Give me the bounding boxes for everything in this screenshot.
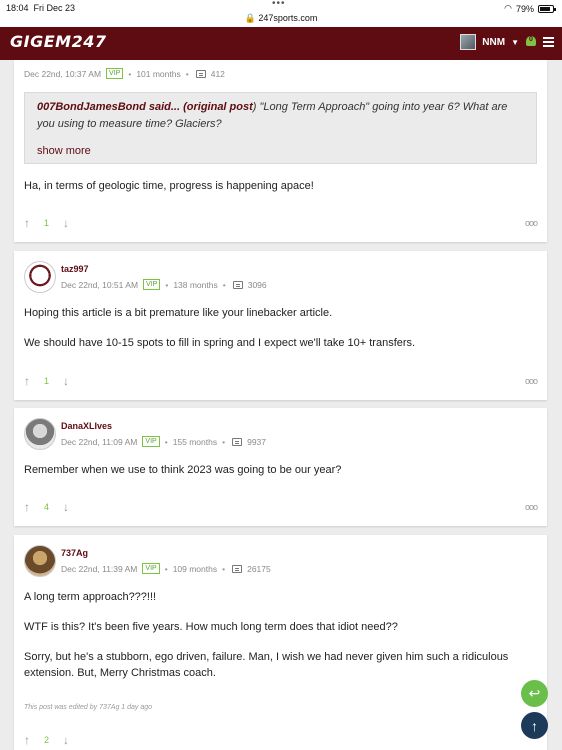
member-tenure: 101 months: [136, 68, 181, 79]
notification-bell-icon[interactable]: 0: [525, 34, 537, 50]
more-options-icon[interactable]: ooo: [525, 502, 538, 512]
vote-bar: ↑ 2 ↓: [24, 733, 69, 747]
upvote-icon[interactable]: ↑: [24, 500, 30, 514]
address-bar[interactable]: 🔒 247sports.com: [0, 13, 562, 24]
comment-card: 737Ag Dec 22nd, 11:39 AM VIP • 109 month…: [14, 535, 547, 750]
upvote-icon[interactable]: ↑: [24, 374, 30, 388]
vip-badge: VIP: [106, 68, 124, 79]
downvote-icon[interactable]: ↓: [63, 374, 69, 388]
comment-meta: Dec 22nd, 10:51 AM VIP • 138 months • 30…: [61, 279, 267, 290]
comment-body: Hoping this article is a bit premature l…: [24, 307, 416, 349]
site-header: GIGEM247 NNM ▼ 0: [0, 27, 562, 60]
comment-timestamp: Dec 22nd, 11:09 AM: [61, 436, 138, 447]
quoted-post: 007BondJamesBond said... (original post)…: [24, 92, 537, 164]
post-count-icon: [232, 437, 243, 446]
username[interactable]: NNM: [482, 37, 505, 48]
vote-bar: ↑ 4 ↓: [24, 500, 69, 514]
upvote-icon[interactable]: ↑: [24, 216, 30, 230]
comment-body: A long term approach???!!! WTF is this? …: [24, 591, 509, 679]
wifi-icon: ◠: [504, 3, 512, 13]
user-avatar[interactable]: [460, 34, 477, 50]
avatar[interactable]: [24, 261, 56, 293]
comment-meta: Dec 22nd, 10:37 AM VIP • 101 months • 41…: [24, 68, 225, 79]
comment-timestamp: Dec 22nd, 11:39 AM: [61, 563, 138, 574]
vip-badge: VIP: [142, 436, 160, 447]
comment-body: Ha, in terms of geologic time, progress …: [24, 180, 314, 192]
downvote-icon[interactable]: ↓: [63, 500, 69, 514]
downvote-icon[interactable]: ↓: [63, 733, 69, 747]
chevron-down-icon[interactable]: ▼: [511, 38, 519, 47]
downvote-icon[interactable]: ↓: [63, 216, 69, 230]
post-count-icon: [195, 69, 206, 78]
post-count-icon: [232, 280, 243, 289]
vote-count: 1: [44, 218, 50, 228]
battery-percent: 79%: [515, 3, 534, 14]
quote-author[interactable]: 007BondJamesBond said... (original post: [37, 101, 253, 113]
status-right: ◠ 79%: [504, 3, 556, 14]
battery-icon: [538, 4, 556, 13]
arrow-up-icon: ↑: [531, 717, 538, 734]
comment-timestamp: Dec 22nd, 10:51 AM: [61, 279, 139, 290]
comment-author[interactable]: taz997: [61, 264, 89, 274]
comment-card: DanaXLIves Dec 22nd, 11:09 AM VIP • 155 …: [14, 408, 547, 526]
comment-author[interactable]: 737Ag: [61, 548, 88, 558]
more-options-icon[interactable]: ooo: [525, 376, 538, 386]
comment-card: Dec 22nd, 10:37 AM VIP • 101 months • 41…: [14, 60, 547, 242]
comment-author[interactable]: DanaXLIves: [61, 421, 112, 431]
post-count: 3096: [247, 279, 267, 290]
reply-button[interactable]: ↩: [521, 680, 548, 707]
comments-feed[interactable]: Dec 22nd, 10:37 AM VIP • 101 months • 41…: [0, 60, 562, 750]
avatar[interactable]: [24, 418, 56, 450]
edit-note: This post was edited by 737Ag 1 day ago: [24, 704, 153, 711]
comment-meta: Dec 22nd, 11:09 AM VIP • 155 months • 99…: [61, 436, 267, 447]
ios-status-bar: 18:04 Fri Dec 23 ••• 🔒 247sports.com ◠ 7…: [0, 0, 562, 27]
menu-icon[interactable]: [543, 37, 554, 47]
post-count: 26175: [247, 563, 271, 574]
more-options-icon[interactable]: ooo: [525, 218, 538, 228]
multitask-dots-icon[interactable]: •••: [272, 0, 286, 9]
post-count: 9937: [247, 436, 267, 447]
post-count-icon: [232, 564, 243, 573]
vip-badge: VIP: [143, 279, 161, 290]
scroll-to-top-button[interactable]: ↑: [521, 712, 548, 739]
vote-count: 1: [44, 376, 50, 386]
comment-timestamp: Dec 22nd, 10:37 AM: [24, 68, 102, 79]
status-time: 18:04 Fri Dec 23: [6, 3, 76, 13]
vote-count: 2: [44, 735, 50, 745]
show-more-link[interactable]: show more: [37, 145, 524, 157]
vote-bar: ↑ 1 ↓: [24, 216, 69, 230]
member-tenure: 138 months: [173, 279, 218, 290]
post-count: 412: [210, 68, 225, 79]
vote-bar: ↑ 1 ↓: [24, 374, 69, 388]
upvote-icon[interactable]: ↑: [24, 733, 30, 747]
site-logo[interactable]: GIGEM247: [10, 32, 106, 51]
reply-arrow-icon: ↩: [528, 685, 541, 701]
member-tenure: 155 months: [172, 436, 218, 447]
comment-body: Remember when we use to think 2023 was g…: [24, 464, 342, 476]
comment-card: taz997 Dec 22nd, 10:51 AM VIP • 138 mont…: [14, 251, 547, 400]
vote-count: 4: [44, 502, 50, 512]
vip-badge: VIP: [142, 563, 160, 574]
comment-meta: Dec 22nd, 11:39 AM VIP • 109 months • 26…: [61, 563, 271, 574]
avatar[interactable]: [24, 545, 56, 577]
member-tenure: 109 months: [172, 563, 218, 574]
